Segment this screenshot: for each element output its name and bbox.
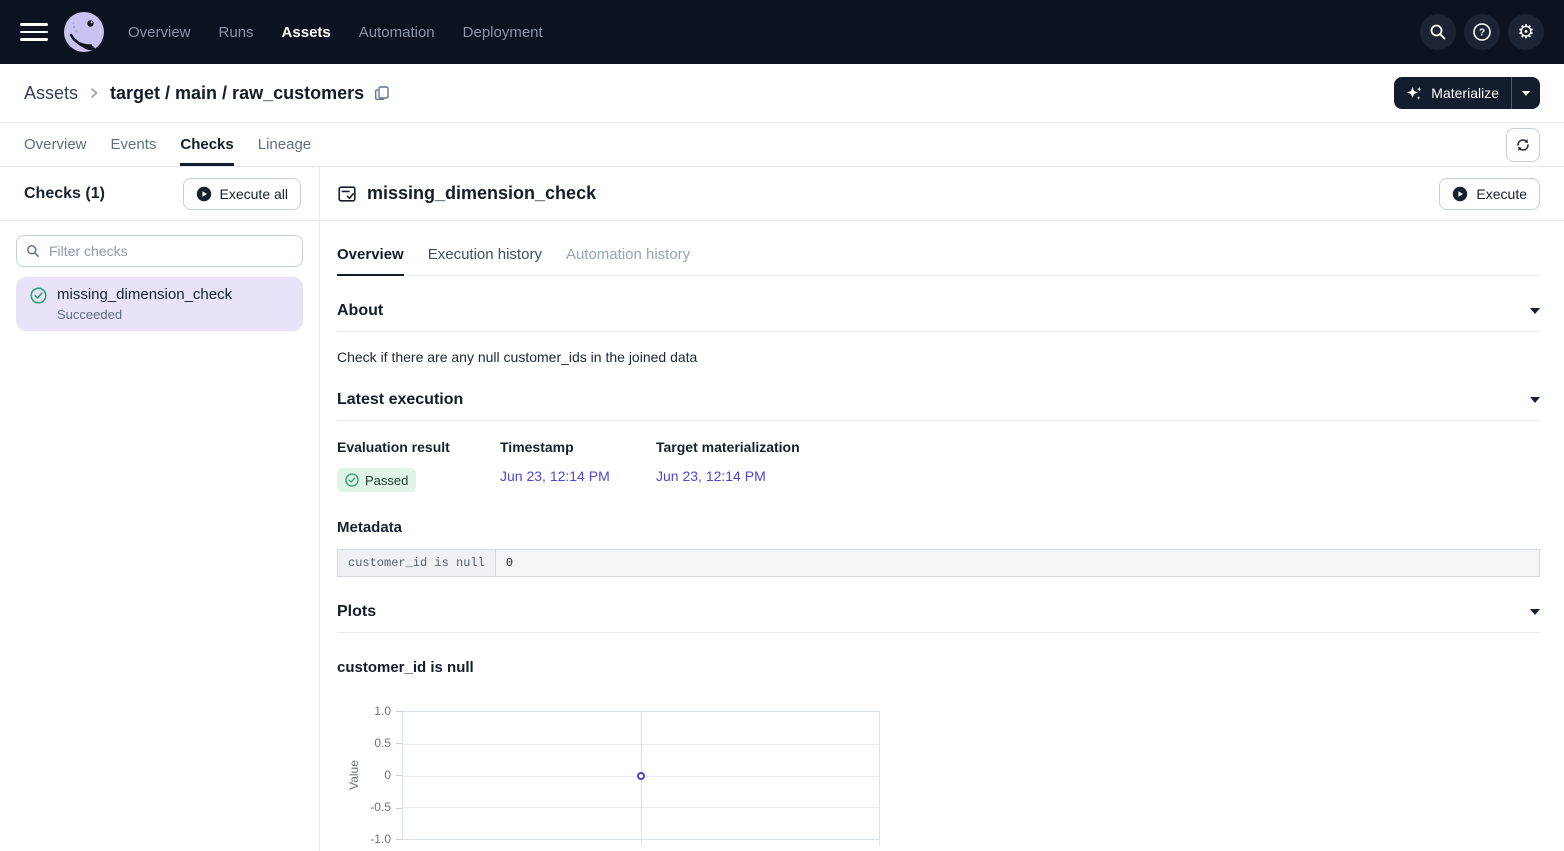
tab-checks[interactable]: Checks	[180, 123, 233, 166]
plot-title: customer_id is null	[337, 659, 1540, 676]
breadcrumb-assets-link[interactable]: Assets	[24, 83, 78, 104]
collapse-caret-icon[interactable]	[1530, 397, 1540, 403]
collapse-caret-icon[interactable]	[1530, 308, 1540, 314]
data-point[interactable]	[637, 772, 645, 780]
latest-execution-heading: Latest execution	[337, 391, 463, 409]
metadata-table: customer_id is null 0	[337, 549, 1540, 577]
nav-item-automation[interactable]: Automation	[359, 24, 435, 41]
timestamp-header: Timestamp	[500, 439, 656, 455]
table-row: customer_id is null 0	[338, 550, 1540, 577]
passed-badge: Passed	[337, 468, 416, 492]
chevron-down-icon	[1522, 91, 1530, 96]
value-scatter-chart: Value 1.0 0.5 0 -0.5 -1.0	[337, 698, 1540, 851]
checks-sidebar: Checks (1) Execute all missing_dimension…	[0, 167, 320, 851]
hamburger-menu-icon[interactable]	[20, 23, 48, 41]
tab-lineage[interactable]: Lineage	[258, 123, 311, 166]
search-icon	[26, 244, 40, 263]
execute-button[interactable]: Execute	[1439, 178, 1540, 210]
nav-item-runs[interactable]: Runs	[219, 24, 254, 41]
y-tick: 1.0	[345, 704, 391, 718]
check-detail-title: missing_dimension_check	[367, 183, 596, 204]
y-tick: 0	[345, 768, 391, 782]
check-description: Check if there are any null customer_ids…	[337, 349, 1540, 365]
execute-all-button[interactable]: Execute all	[183, 178, 301, 210]
refresh-button[interactable]	[1506, 128, 1540, 162]
help-button[interactable]: ?	[1464, 14, 1500, 50]
materialize-label: Materialize	[1431, 85, 1499, 101]
y-tick: -1.0	[345, 832, 391, 846]
timestamp-link[interactable]: Jun 23, 12:14 PM	[500, 468, 610, 484]
sparkle-icon	[1406, 85, 1423, 102]
y-tick: 0.5	[345, 736, 391, 750]
check-success-icon	[30, 287, 47, 304]
check-item-name: missing_dimension_check	[57, 286, 232, 303]
materialize-split-button: Materialize	[1394, 77, 1540, 109]
refresh-icon	[1515, 137, 1531, 153]
tab-automation-history[interactable]: Automation history	[566, 235, 690, 276]
materialize-dropdown-button[interactable]	[1512, 77, 1540, 109]
nav-item-overview[interactable]: Overview	[128, 24, 191, 41]
dagster-logo-icon[interactable]	[64, 12, 104, 52]
checks-count-title: Checks (1)	[24, 185, 105, 203]
search-icon	[1429, 23, 1447, 41]
play-icon	[1452, 186, 1468, 202]
nav-item-assets[interactable]: Assets	[282, 24, 331, 41]
play-icon	[196, 186, 212, 202]
tab-overview[interactable]: Overview	[24, 123, 87, 166]
copy-icon[interactable]	[374, 85, 390, 101]
check-icon	[337, 184, 357, 204]
materialize-button[interactable]: Materialize	[1394, 77, 1511, 109]
svg-text:?: ?	[1479, 28, 1485, 39]
check-detail-tabs: Overview Execution history Automation hi…	[337, 235, 1540, 276]
plots-section-header: Plots	[337, 603, 1540, 633]
help-icon: ?	[1472, 22, 1492, 42]
evaluation-result-header: Evaluation result	[337, 439, 500, 455]
top-nav: Overview Runs Assets Automation Deployme…	[0, 0, 1564, 64]
settings-button[interactable]: ⚙	[1508, 14, 1544, 50]
tab-events[interactable]: Events	[111, 123, 157, 166]
plot-area	[402, 711, 880, 840]
plots-heading: Plots	[337, 603, 376, 621]
breadcrumb-row: Assets target / main / raw_customers Mat…	[0, 64, 1564, 123]
check-success-icon	[345, 473, 359, 487]
primary-nav: Overview Runs Assets Automation Deployme…	[128, 24, 543, 41]
y-tick: -0.5	[345, 800, 391, 814]
filter-checks-input[interactable]	[16, 235, 303, 267]
check-list-item[interactable]: missing_dimension_check Succeeded	[16, 277, 303, 331]
asset-tabs: Overview Events Checks Lineage	[0, 123, 1564, 167]
collapse-caret-icon[interactable]	[1530, 609, 1540, 615]
tab-check-overview[interactable]: Overview	[337, 235, 404, 276]
about-section-header: About	[337, 302, 1540, 332]
about-heading: About	[337, 302, 383, 320]
metadata-key: customer_id is null	[338, 550, 496, 577]
latest-execution-section-header: Latest execution	[337, 391, 1540, 421]
target-materialization-header: Target materialization	[656, 439, 800, 455]
chevron-right-icon	[88, 87, 100, 99]
metadata-value: 0	[495, 550, 1539, 577]
check-detail-panel: missing_dimension_check Execute Overview…	[320, 167, 1564, 851]
nav-item-deployment[interactable]: Deployment	[463, 24, 543, 41]
gear-icon: ⚙	[1517, 23, 1534, 42]
tab-execution-history[interactable]: Execution history	[428, 235, 542, 276]
target-materialization-link[interactable]: Jun 23, 12:14 PM	[656, 468, 766, 484]
check-item-status: Succeeded	[57, 307, 232, 322]
metadata-heading: Metadata	[337, 519, 1540, 536]
breadcrumb-asset-key: target / main / raw_customers	[110, 83, 364, 104]
search-button[interactable]	[1420, 14, 1456, 50]
